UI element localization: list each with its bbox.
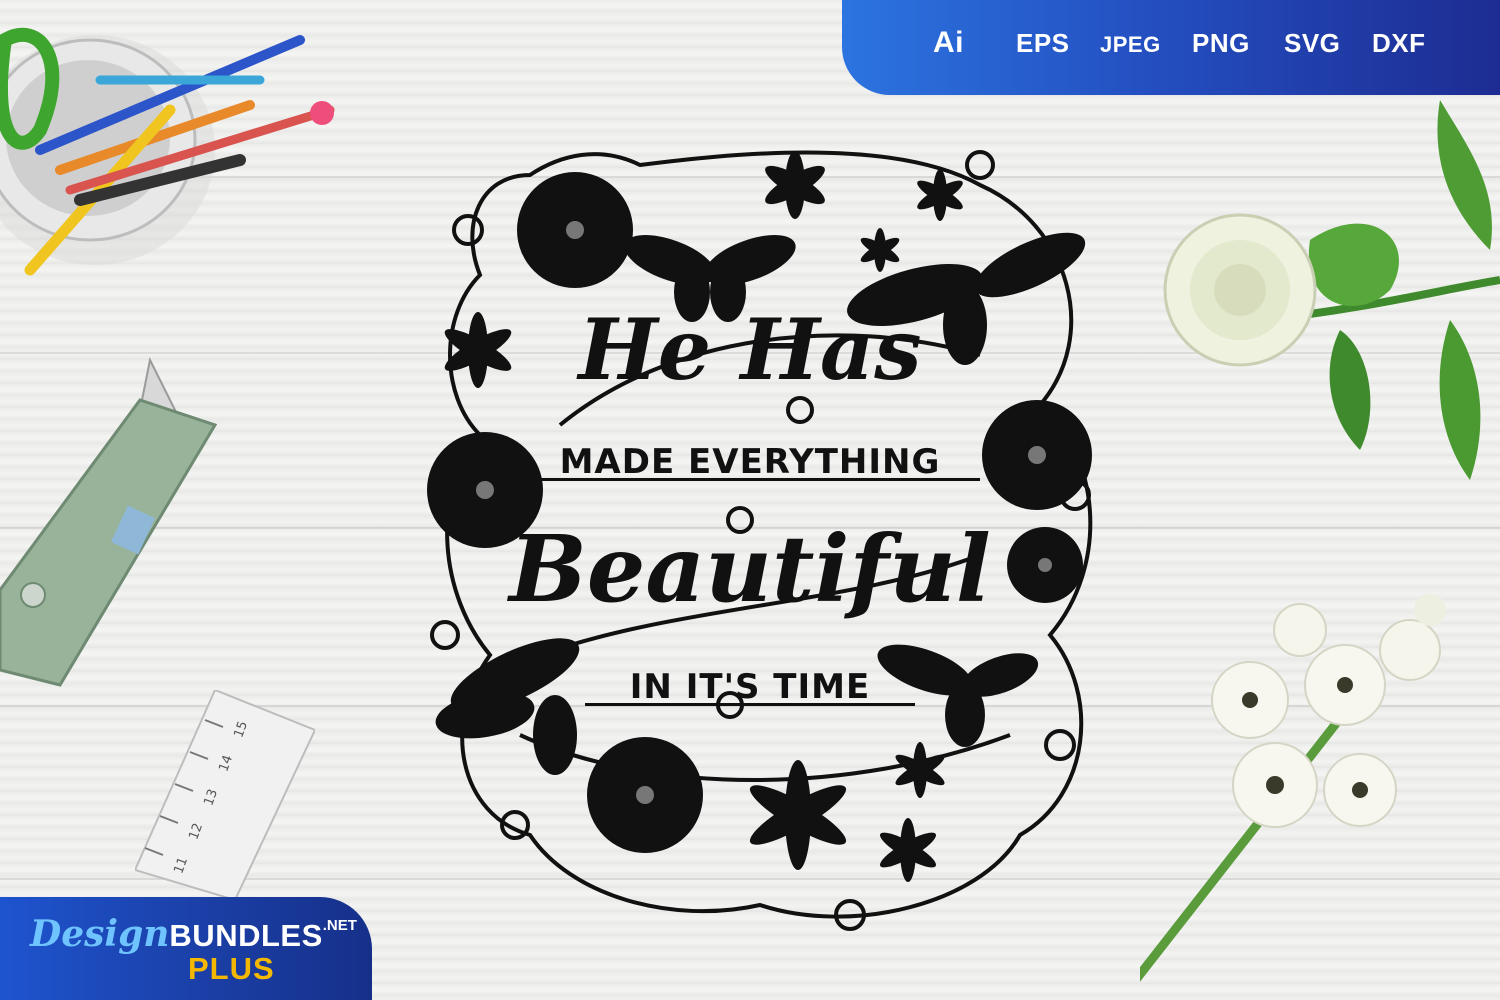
format-eps: EPS: [1016, 28, 1070, 58]
quote-line-made-everything: MADE EVERYTHING: [559, 442, 941, 482]
format-svg: SVG: [1284, 28, 1341, 58]
wooden-desk-background: 15 14 13 12 11 He Has MADE EVERYTHING Be…: [0, 0, 1500, 1000]
quote-underline: [540, 478, 980, 481]
brand-badge: DesignBUNDLES.NET PLUS: [0, 897, 372, 1000]
ruler-icon: [135, 690, 315, 900]
brand-script-text: Design: [30, 913, 170, 955]
format-dxf: DXF: [1372, 28, 1426, 58]
format-ai: Ai: [933, 26, 964, 59]
format-jpeg: JPEG: [1100, 32, 1161, 57]
pencil-cup-icon: [0, 27, 335, 276]
quote-underline: [585, 703, 915, 706]
quote-line-beautiful: Beautiful: [509, 515, 991, 623]
quote-line-in-its-time: IN IT'S TIME: [629, 667, 871, 707]
white-flower-cluster-icon: [1211, 594, 1446, 828]
brand-suffix: .NET: [322, 917, 357, 934]
format-png: PNG: [1192, 28, 1250, 58]
brand-bold-text: BUNDLES: [169, 918, 323, 953]
brand-plus: PLUS: [188, 951, 275, 986]
brand-logo: DesignBUNDLES.NET: [30, 913, 357, 955]
quote-line-he-has: He Has: [578, 300, 922, 399]
file-format-bar: Ai EPS JPEG PNG SVG DXF: [842, 0, 1500, 95]
